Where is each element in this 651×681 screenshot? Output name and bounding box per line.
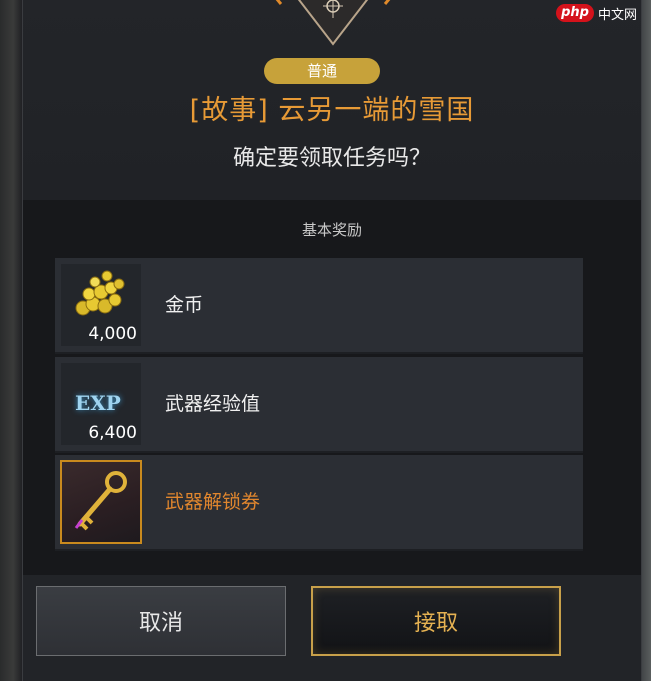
- reward-quantity: 4,000: [88, 324, 137, 344]
- reward-name: 武器经验值: [165, 393, 261, 415]
- ornament-crest-icon: [275, 0, 391, 46]
- quest-grade-badge: 普通: [264, 58, 380, 84]
- confirm-prompt: 确定要领取任务吗？: [232, 146, 431, 171]
- reward-row-gold: 4,000 金币: [55, 258, 583, 354]
- watermark-text: 中文网: [597, 7, 637, 23]
- gold-coins-icon: 4,000: [61, 264, 141, 346]
- watermark-logo: php: [556, 4, 594, 22]
- exp-icon: EXP 6,400: [61, 363, 141, 445]
- golden-key-icon: [60, 460, 142, 544]
- quest-title: [故事] 云另一端的雪国: [189, 95, 475, 126]
- reward-row-exp: EXP 6,400 武器经验值: [55, 357, 583, 453]
- cancel-button[interactable]: 取消: [36, 586, 286, 656]
- exp-icon-text: EXP: [75, 391, 121, 415]
- reward-name: 武器解锁券: [165, 491, 261, 513]
- quest-accept-dialog: 普通 [故事] 云另一端的雪国 确定要领取任务吗？ 基本奖励 4,000 金币: [22, 0, 642, 681]
- reward-quantity: 6,400: [88, 423, 137, 443]
- dialog-header: 普通 [故事] 云另一端的雪国 确定要领取任务吗？: [23, 0, 641, 200]
- accept-button[interactable]: 接取: [311, 586, 561, 656]
- watermark: php 中文网: [556, 2, 637, 24]
- golden-key-graphic: [74, 471, 127, 531]
- gold-coins-graphic: [75, 270, 125, 316]
- background-scene-left: [0, 0, 22, 681]
- reward-name: 金币: [165, 294, 204, 316]
- reward-row-weapon-ticket: 武器解锁券: [55, 455, 583, 551]
- rewards-section-label: 基本奖励: [301, 221, 362, 239]
